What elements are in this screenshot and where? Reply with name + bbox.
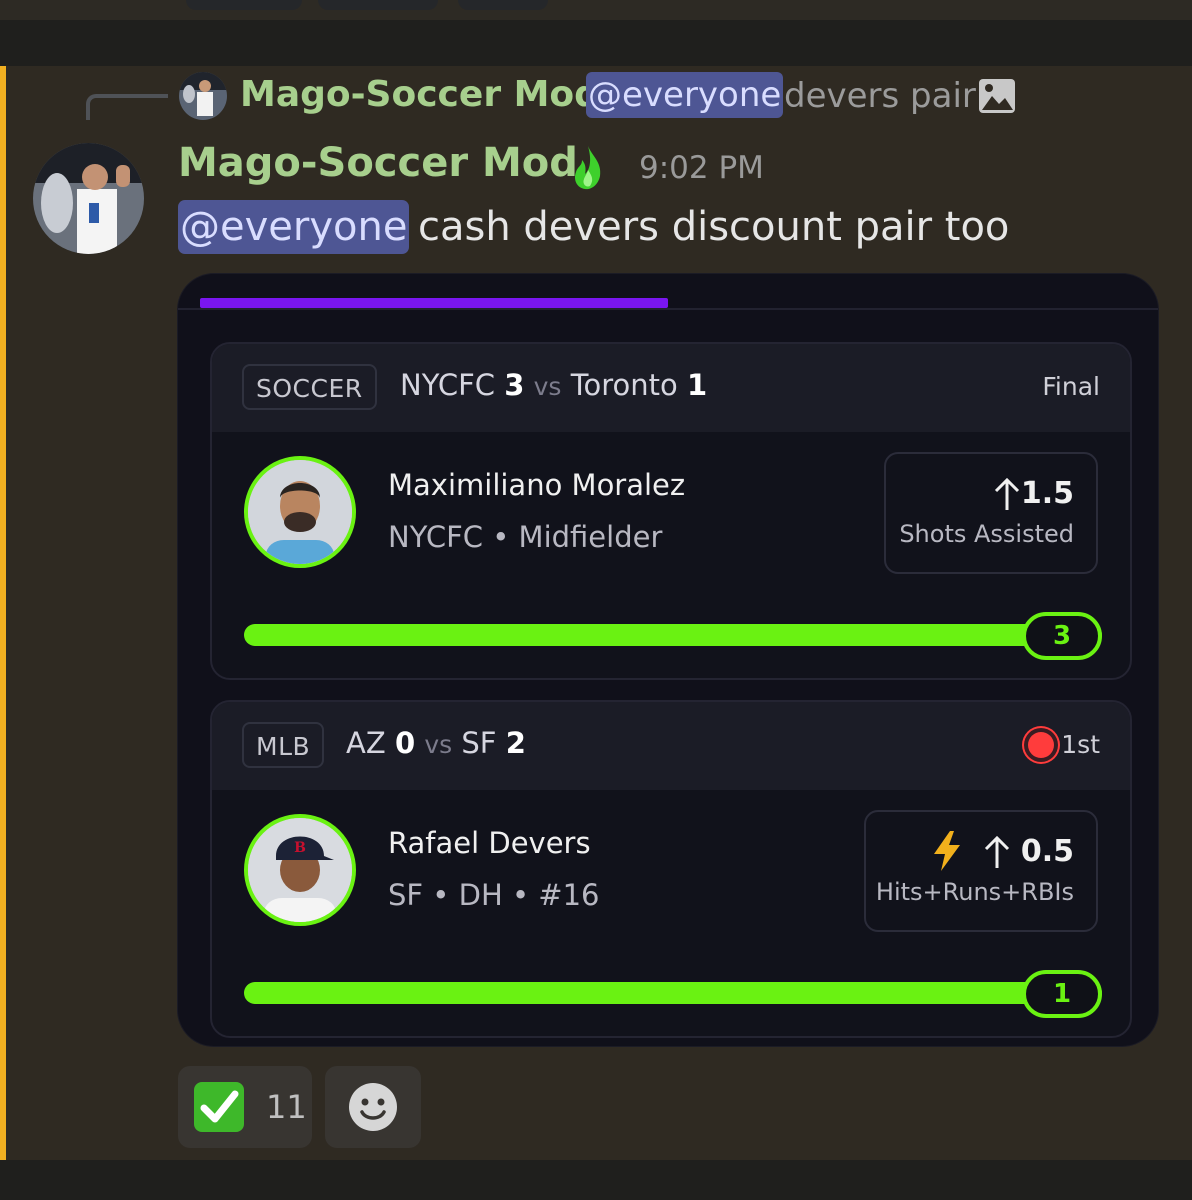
matchup: AZ 0 vs SF 2 (346, 726, 526, 760)
reaction-check[interactable]: 11 (178, 1066, 312, 1148)
stat-progress-bar: 1 (244, 970, 1102, 1018)
reply-connector (86, 94, 168, 120)
prop-line: 0.5 (1020, 834, 1074, 869)
stat-label: Hits+Runs+RBIs (875, 878, 1074, 906)
lightning-bolt-icon (930, 830, 964, 872)
score2: 2 (505, 726, 526, 760)
game-status: 1st (1061, 730, 1100, 759)
green-flame-icon (568, 144, 608, 192)
reply-text[interactable]: devers pair (784, 76, 976, 116)
chat-bottom-area (0, 1160, 1192, 1200)
prop-line-box: 1.5 Shots Assisted (884, 452, 1098, 574)
add-reaction-icon (349, 1083, 397, 1131)
message-timestamp: 9:02 PM (639, 150, 764, 186)
team2: Toronto (570, 368, 678, 402)
reply-avatar[interactable] (179, 72, 227, 120)
matchup: NYCFC 3 vs Toronto 1 (400, 368, 707, 402)
prop-line: 1.5 (1020, 476, 1074, 511)
reply-mention[interactable]: @everyone (586, 72, 784, 118)
stat-label: Shots Assisted (899, 520, 1074, 548)
player-name: Rafael Devers (388, 826, 591, 860)
embed-progress-fill (200, 298, 668, 308)
message-divider (0, 20, 1192, 66)
mention-highlight-bar (0, 66, 6, 1160)
image-icon (978, 78, 1016, 114)
arrow-up-icon (984, 835, 1010, 870)
live-dot-icon (1028, 732, 1054, 758)
player-name: Maximiliano Moralez (388, 468, 686, 502)
pick-card-mlb: MLB AZ 0 vs SF 2 1st B Rafael Devers SF … (210, 700, 1132, 1038)
stat-progress-fill (244, 982, 1102, 1004)
previous-message-area (0, 0, 1192, 20)
player-photo (244, 456, 356, 568)
player-info: NYCFC • Midfielder (388, 520, 663, 554)
score2: 1 (686, 368, 708, 402)
arrow-up-icon (994, 477, 1020, 512)
previous-reaction[interactable] (458, 0, 548, 10)
previous-reaction[interactable] (186, 0, 302, 10)
league-badge: MLB (242, 722, 325, 768)
team2: SF (461, 726, 497, 760)
team1: NYCFC (400, 368, 496, 402)
white-check-mark-icon (194, 1082, 244, 1132)
add-reaction-button[interactable] (325, 1066, 421, 1148)
reaction-count: 11 (266, 1088, 307, 1126)
pick-card-soccer: SOCCER NYCFC 3 vs Toronto 1 Final Maximi… (210, 342, 1132, 680)
pick-embed-image[interactable]: SOCCER NYCFC 3 vs Toronto 1 Final Maximi… (178, 274, 1158, 1046)
previous-reaction[interactable] (318, 0, 438, 10)
score1: 3 (504, 368, 525, 402)
vs-label: vs (424, 730, 453, 759)
stat-progress-bar: 3 (244, 612, 1102, 660)
svg-text:B: B (294, 840, 306, 856)
score1: 0 (394, 726, 416, 760)
team1: AZ (346, 726, 386, 760)
vs-label: vs (533, 372, 562, 401)
message-mention[interactable]: @everyone (178, 200, 410, 254)
author-name[interactable]: Mago-Soccer Mod (178, 140, 578, 186)
player-info: SF • DH • #16 (388, 878, 600, 912)
current-stat: 1 (1022, 970, 1102, 1018)
reply-author[interactable]: Mago-Soccer Mod (240, 74, 600, 115)
league-badge: SOCCER (242, 364, 377, 410)
author-avatar[interactable] (33, 143, 144, 254)
game-status: Final (1042, 372, 1100, 401)
player-photo: B (244, 814, 356, 926)
prop-line-box: 0.5 Hits+Runs+RBIs (864, 810, 1098, 932)
message-text: cash devers discount pair too (418, 204, 1010, 250)
embed-divider (178, 308, 1158, 310)
current-stat: 3 (1022, 612, 1102, 660)
stat-progress-fill (244, 624, 1102, 646)
